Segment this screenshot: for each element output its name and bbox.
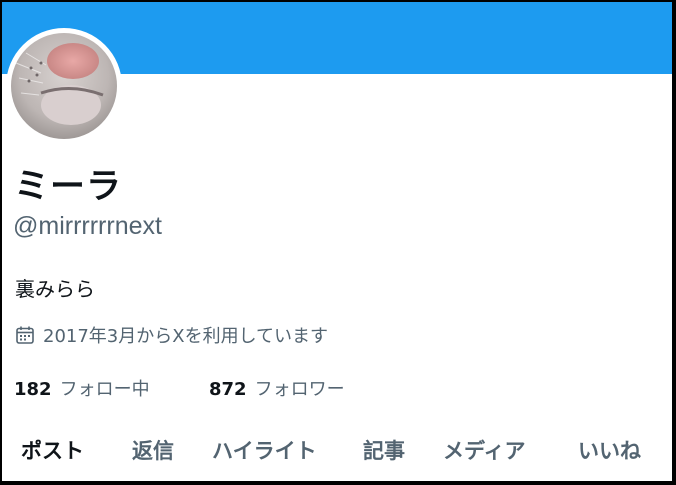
calendar-icon bbox=[16, 326, 34, 344]
tab-articles[interactable]: 記事 bbox=[363, 435, 405, 465]
tab-replies[interactable]: 返信 bbox=[132, 435, 174, 465]
followers-label: フォロワー bbox=[254, 379, 345, 400]
tab-posts[interactable]: ポスト bbox=[21, 435, 84, 465]
tab-media[interactable]: メディア bbox=[443, 435, 526, 465]
tab-likes[interactable]: いいね bbox=[578, 435, 641, 465]
followers-count: 872 bbox=[209, 379, 247, 400]
bio: 裏みらら bbox=[15, 277, 95, 301]
following-label: フォロー中 bbox=[59, 379, 150, 400]
tab-highlights[interactable]: ハイライト bbox=[212, 435, 317, 465]
joined-text: 2017年3月からXを利用しています bbox=[43, 326, 329, 347]
profile-tabs: ポスト 返信 ハイライト 記事 メディア いいね bbox=[2, 435, 672, 469]
avatar[interactable] bbox=[6, 28, 122, 144]
joined-date: 2017年3月からXを利用しています bbox=[15, 322, 328, 348]
following-link[interactable]: 182 フォロー中 bbox=[14, 375, 150, 401]
handle: @mirrrrrrnext bbox=[13, 212, 162, 240]
avatar-photo bbox=[11, 33, 117, 139]
profile-card: ミーラ @mirrrrrrnext 裏みらら 2017年3月からXを利用していま… bbox=[2, 2, 672, 481]
following-count: 182 bbox=[14, 379, 52, 400]
display-name: ミーラ bbox=[14, 167, 123, 207]
followers-link[interactable]: 872 フォロワー bbox=[209, 375, 345, 401]
